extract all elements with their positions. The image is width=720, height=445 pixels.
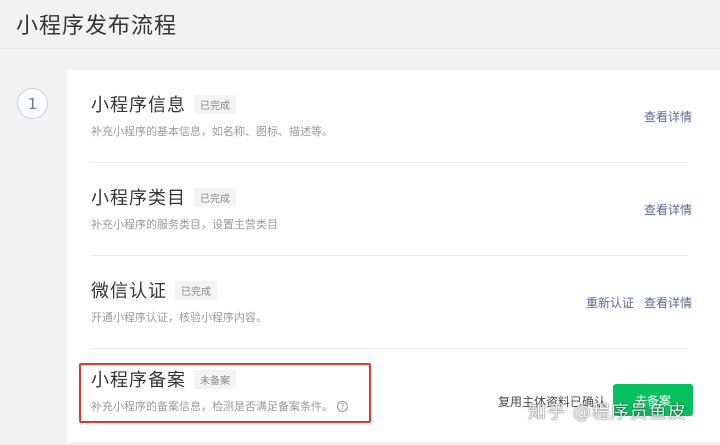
row-name: 小程序类目 (91, 188, 186, 209)
watermark: 知乎 @程序员鱼皮 (528, 402, 687, 423)
row-title: 小程序信息 已完成 (91, 91, 236, 117)
row-actions: 查看详情 (644, 201, 692, 218)
view-details-link[interactable]: 查看详情 (644, 294, 692, 311)
page-title: 小程序发布流程 (16, 14, 178, 39)
row-description: 开通小程序认证，核验小程序内容。 (91, 311, 267, 324)
row-name: 小程序信息 (91, 95, 186, 116)
highlight-annotation-box (79, 363, 371, 423)
row-title: 微信认证 已完成 (91, 277, 217, 303)
row-actions: 查看详情 (644, 108, 692, 125)
row-actions: 重新认证 查看详情 (586, 294, 692, 311)
step-number-badge: 1 (17, 88, 48, 119)
title-divider (0, 48, 720, 49)
row-title: 小程序类目 已完成 (91, 184, 236, 210)
row-description: 补充小程序的服务类目，设置主营类目 (91, 218, 278, 231)
row-name: 微信认证 (91, 281, 167, 302)
status-badge: 已完成 (175, 280, 217, 300)
step-row-category: 小程序类目 已完成 补充小程序的服务类目，设置主营类目 查看详情 (91, 163, 692, 256)
view-details-link[interactable]: 查看详情 (644, 201, 692, 218)
reverify-link[interactable]: 重新认证 (586, 294, 634, 311)
row-description: 补充小程序的基本信息，如名称、图标、描述等。 (91, 125, 333, 138)
status-badge: 已完成 (194, 187, 236, 207)
step-row-verification: 微信认证 已完成 开通小程序认证，核验小程序内容。 重新认证 查看详情 (91, 256, 692, 349)
status-badge: 已完成 (194, 94, 236, 114)
view-details-link[interactable]: 查看详情 (644, 108, 692, 125)
step-row-info: 小程序信息 已完成 补充小程序的基本信息，如名称、图标、描述等。 查看详情 (91, 70, 692, 163)
